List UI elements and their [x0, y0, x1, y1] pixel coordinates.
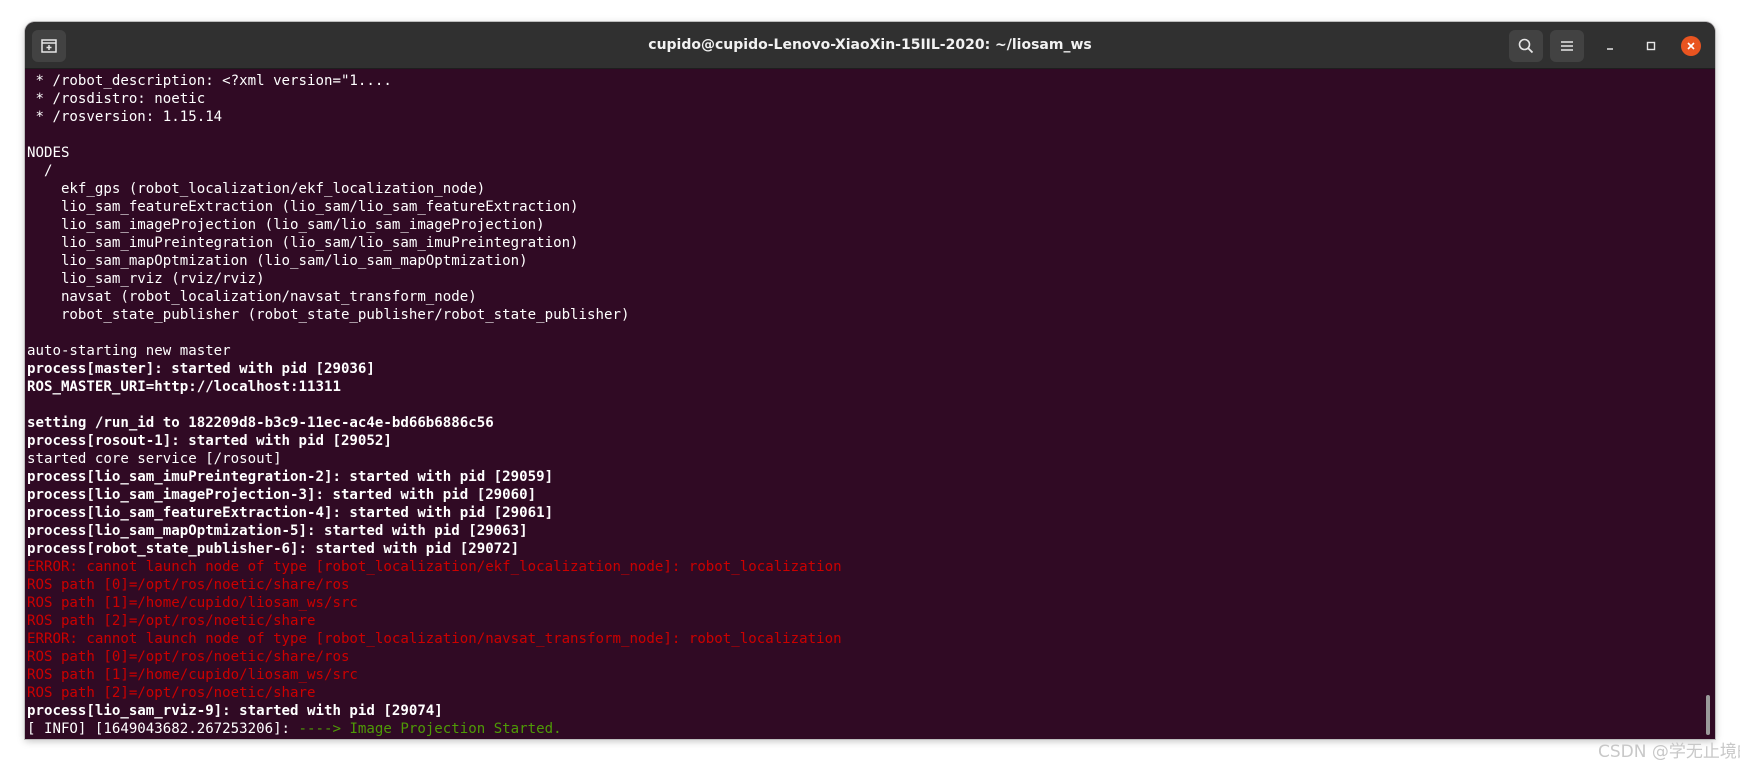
close-button[interactable] [1681, 36, 1701, 56]
window-title: cupido@cupido-Lenovo-XiaoXin-15IIL-2020:… [648, 37, 1092, 53]
terminal-line: process[rosout-1]: started with pid [290… [27, 433, 392, 449]
error-line: ROS path [1]=/home/cupido/liosam_ws/src [27, 667, 358, 683]
terminal-line: auto-starting new master [27, 343, 231, 359]
watermark: CSDN @学无止境的小龟 [1598, 742, 1740, 762]
error-line: ROS path [0]=/opt/ros/noetic/share/ros [27, 649, 350, 665]
terminal-line: navsat (robot_localization/navsat_transf… [27, 289, 477, 305]
error-line: ROS path [0]=/opt/ros/noetic/share/ros [27, 577, 350, 593]
error-line: ROS path [1]=/home/cupido/liosam_ws/src [27, 595, 358, 611]
close-icon [1687, 42, 1695, 50]
terminal-window: cupido@cupido-Lenovo-XiaoXin-15IIL-2020:… [25, 22, 1715, 739]
terminal-line: lio_sam_rviz (rviz/rviz) [27, 271, 265, 287]
search-icon [1518, 38, 1534, 54]
terminal-line: ekf_gps (robot_localization/ekf_localiza… [27, 181, 486, 197]
terminal-line: * /rosdistro: noetic [27, 91, 206, 107]
terminal-line: lio_sam_featureExtraction (lio_sam/lio_s… [27, 199, 579, 215]
terminal-line: process[lio_sam_featureExtraction-4]: st… [27, 505, 554, 521]
error-line: ROS path [2]=/opt/ros/noetic/share [27, 613, 316, 629]
error-line: ROS path [2]=/opt/ros/noetic/share [27, 685, 316, 701]
terminal-line: process[robot_state_publisher-6]: starte… [27, 541, 520, 557]
terminal-output[interactable]: * /robot_description: <?xml version="1..… [27, 72, 1699, 739]
search-button[interactable] [1509, 30, 1543, 62]
error-line: ERROR: cannot launch node of type [robot… [27, 631, 842, 647]
terminal-line: setting /run_id to 182209d8-b3c9-11ec-ac… [27, 415, 494, 431]
error-line: ERROR: cannot launch node of type [robot… [27, 559, 842, 575]
minimize-icon [1607, 48, 1613, 50]
terminal-line: / [27, 163, 53, 179]
terminal-line: ROS_MASTER_URI=http://localhost:11311 [27, 379, 341, 395]
scrollbar[interactable] [1706, 695, 1710, 735]
terminal-line: process[master]: started with pid [29036… [27, 361, 375, 377]
maximize-icon [1646, 41, 1656, 51]
terminal-line: robot_state_publisher (robot_state_publi… [27, 307, 630, 323]
maximize-button[interactable] [1639, 34, 1663, 58]
info-prefix: [ INFO] [1649043682.267253206]: [27, 721, 299, 737]
terminal-line: process[lio_sam_mapOptmization-5]: start… [27, 523, 528, 539]
terminal-line: NODES [27, 145, 70, 161]
terminal-line: process[lio_sam_imageProjection-3]: star… [27, 487, 537, 503]
terminal-line: process[lio_sam_imuPreintegration-2]: st… [27, 469, 554, 485]
hamburger-menu-icon [1561, 41, 1573, 51]
terminal-line: lio_sam_imuPreintegration (lio_sam/lio_s… [27, 235, 579, 251]
terminal-line: * /rosversion: 1.15.14 [27, 109, 223, 125]
minimize-button[interactable] [1598, 34, 1622, 58]
info-message: ----> Image Projection Started. [298, 721, 562, 737]
terminal-line: started core service [/rosout] [27, 451, 282, 467]
title-bar[interactable]: cupido@cupido-Lenovo-XiaoXin-15IIL-2020:… [25, 22, 1715, 69]
terminal-line: lio_sam_mapOptmization (lio_sam/lio_sam_… [27, 253, 528, 269]
terminal-line: * /robot_description: <?xml version="1..… [27, 73, 392, 89]
menu-button[interactable] [1550, 30, 1584, 62]
info-line: [ INFO] [1649043682.267253206]: ----> Im… [27, 720, 1699, 738]
terminal-line: process[lio_sam_rviz-9]: started with pi… [27, 703, 443, 719]
terminal-line: lio_sam_imageProjection (lio_sam/lio_sam… [27, 217, 545, 233]
